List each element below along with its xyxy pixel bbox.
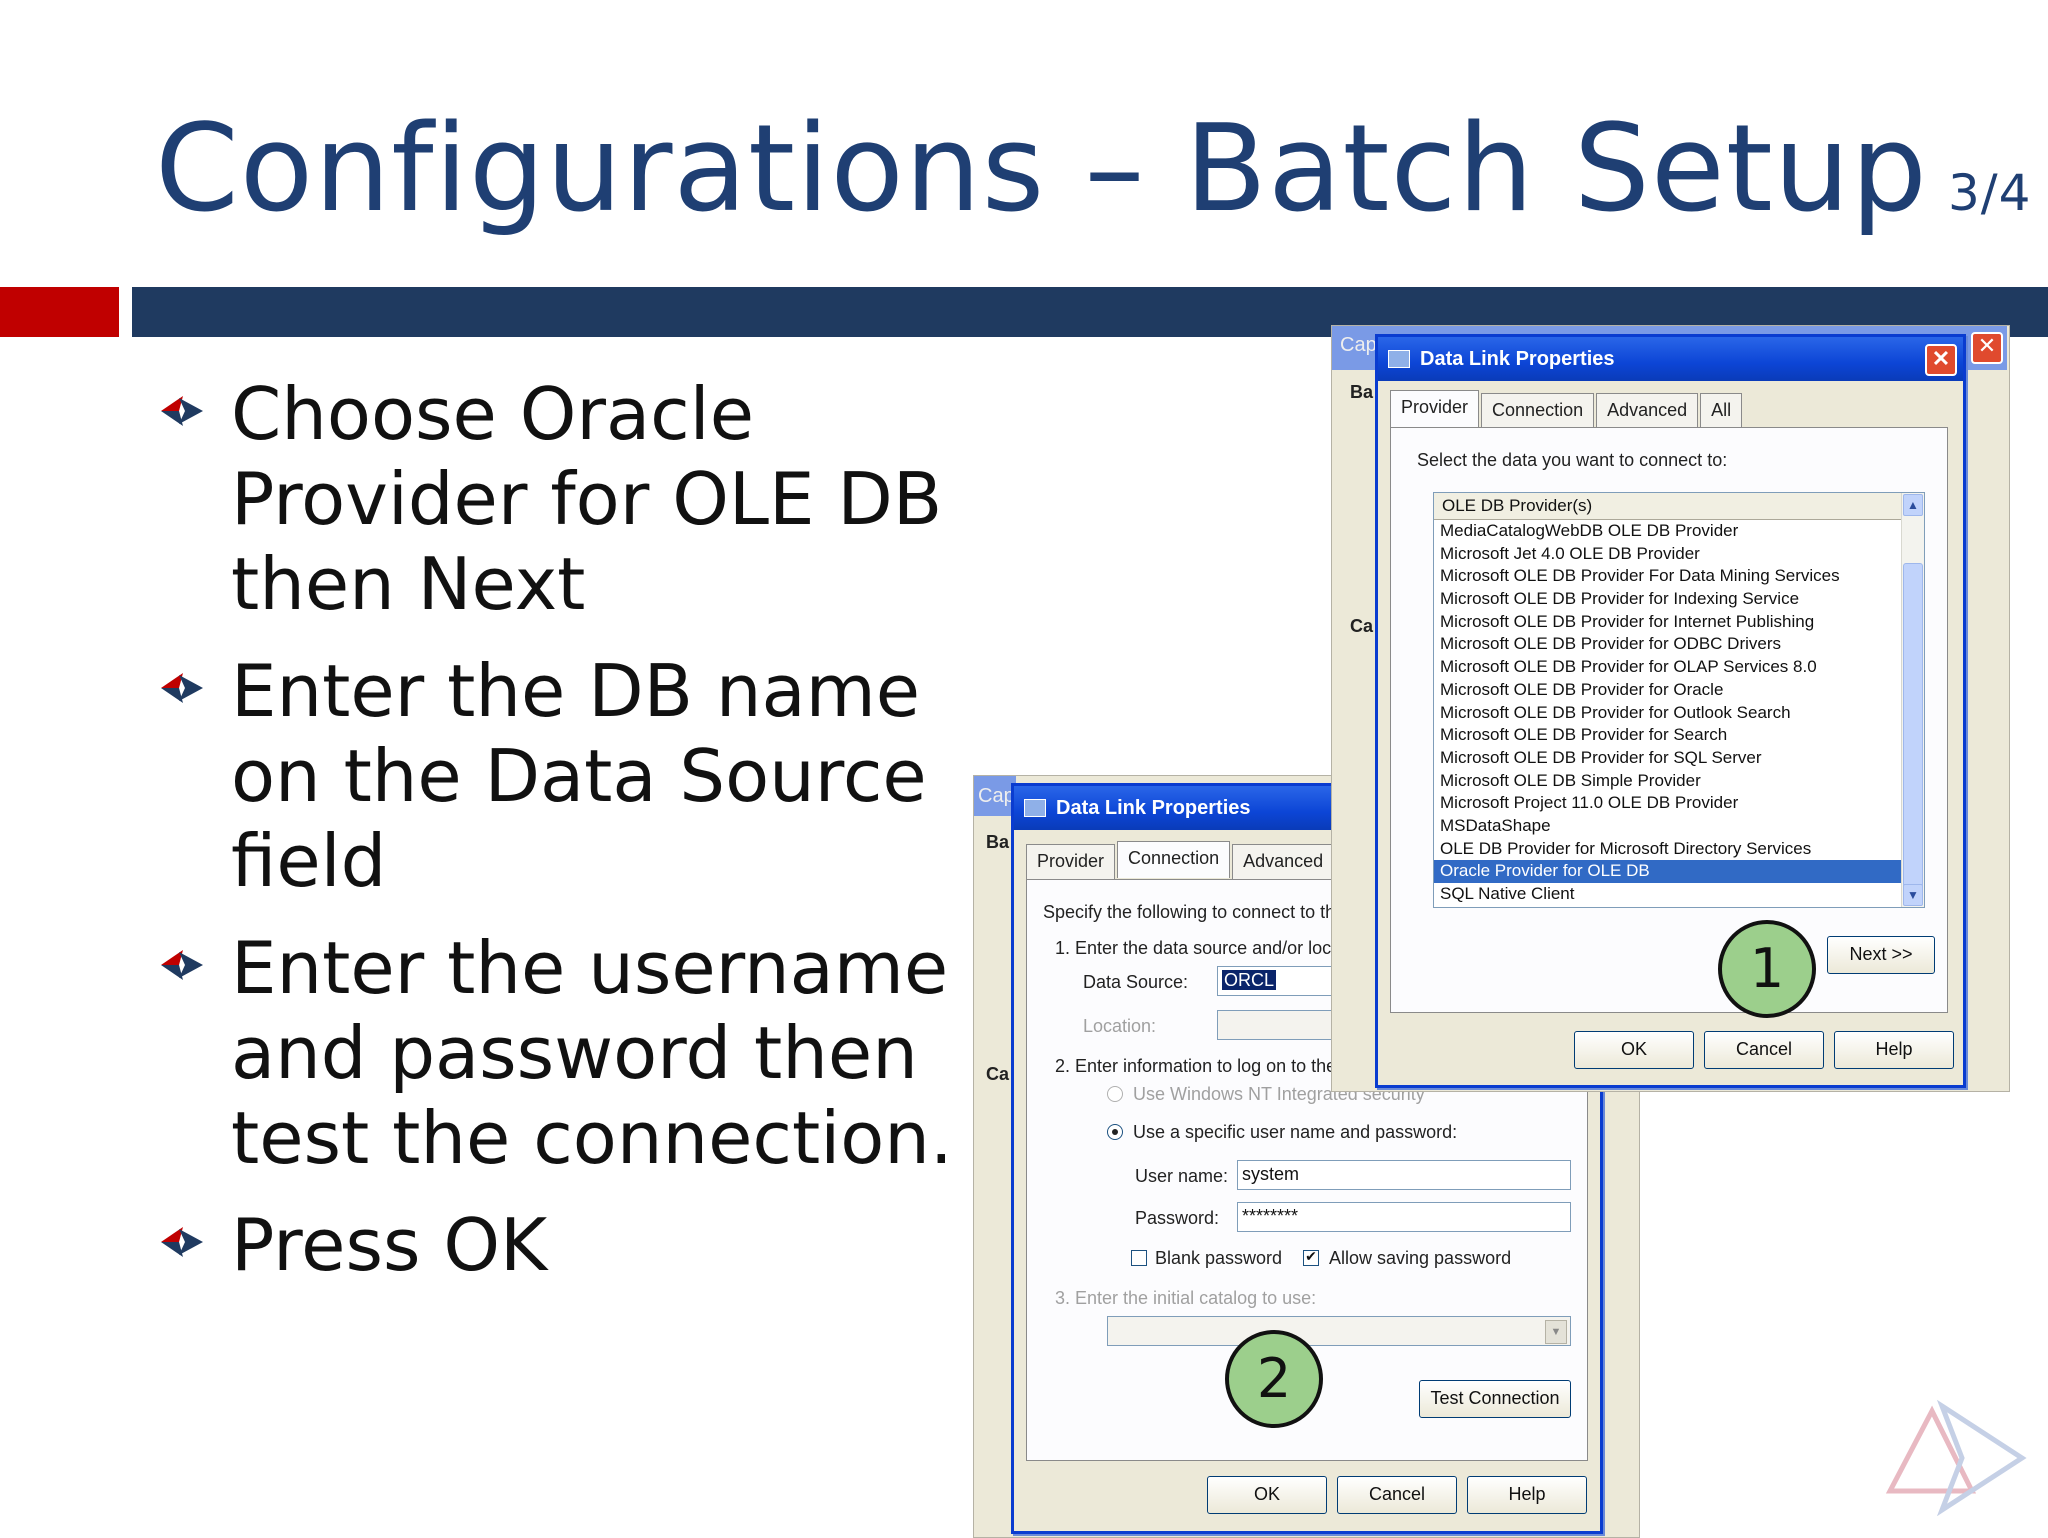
radio-nt-security[interactable]	[1107, 1086, 1123, 1102]
provider-list-item[interactable]: Microsoft OLE DB Provider for Oracle	[1434, 679, 1924, 702]
bullet-item: Enter the username and password then tes…	[155, 926, 1015, 1181]
provider-instruction: Select the data you want to connect to:	[1417, 450, 1728, 470]
tab-connection[interactable]: Connection	[1481, 393, 1595, 430]
bullet-arrow-icon	[161, 1227, 203, 1257]
provider-list-item[interactable]: SQL Native Client	[1434, 883, 1924, 906]
ok-button[interactable]: OK	[1207, 1476, 1327, 1514]
slide-page-fraction: 3/4	[1947, 164, 2032, 222]
provider-panel: Select the data you want to connect to: …	[1390, 427, 1948, 1013]
password-field[interactable]: ********	[1237, 1202, 1571, 1232]
blank-password-checkbox[interactable]	[1131, 1250, 1147, 1266]
bullet-item: Press OK	[155, 1203, 1015, 1288]
provider-list[interactable]: OLE DB Provider(s) MediaCatalogWebDB OLE…	[1433, 492, 1925, 908]
bullet-item: Enter the DB name on the Data Source fie…	[155, 649, 1015, 904]
bg-window-title: Cap	[974, 776, 1016, 816]
provider-list-scrollbar[interactable]: ▲ ▼	[1901, 493, 1924, 907]
bg-window-title: Cap	[1340, 334, 1377, 356]
bg-close-icon[interactable]: ✕	[1971, 332, 2003, 364]
provider-list-item[interactable]: Microsoft OLE DB Provider for Search	[1434, 724, 1924, 747]
provider-list-item[interactable]: Microsoft OLE DB Provider for Indexing S…	[1434, 588, 1924, 611]
bullet-arrow-icon	[161, 396, 203, 426]
username-label: User name:	[1135, 1166, 1229, 1186]
bullet-list: Choose Oracle Provider for OLE DB then N…	[155, 372, 1015, 1310]
radio-specific-user-label: Use a specific user name and password:	[1133, 1122, 1458, 1142]
help-button[interactable]: Help	[1834, 1031, 1954, 1069]
provider-list-item[interactable]: Microsoft OLE DB Provider for SQL Server	[1434, 747, 1924, 770]
provider-list-item[interactable]: Microsoft OLE DB Provider for ODBC Drive…	[1434, 633, 1924, 656]
provider-list-item[interactable]: Microsoft OLE DB Provider for Outlook Se…	[1434, 702, 1924, 725]
close-icon[interactable]: ✕	[1925, 344, 1957, 376]
provider-list-item[interactable]: Microsoft Project 11.0 OLE DB Provider	[1434, 792, 1924, 815]
provider-list-item[interactable]: Microsoft OLE DB Provider For Data Minin…	[1434, 565, 1924, 588]
bg-window-label: Ba	[986, 832, 1010, 852]
provider-list-item[interactable]: Microsoft OLE DB Simple Provider	[1434, 770, 1924, 793]
allow-saving-checkbox[interactable]: ✔	[1303, 1250, 1319, 1266]
bg-window-label: Ba	[1350, 382, 1374, 402]
step-badge-2: 2	[1225, 1330, 1323, 1428]
provider-list-item[interactable]: MediaCatalogWebDB OLE DB Provider	[1434, 520, 1924, 543]
tab-provider[interactable]: Provider	[1026, 844, 1116, 881]
password-label: Password:	[1135, 1208, 1220, 1228]
data-link-icon	[1024, 799, 1046, 817]
provider-list-item[interactable]: Microsoft OLE DB Provider for Internet P…	[1434, 611, 1924, 634]
dialog-title: Data Link Properties	[1056, 796, 1251, 819]
tab-provider[interactable]: Provider	[1390, 390, 1480, 427]
provider-list-item[interactable]: MSDataShape	[1434, 815, 1924, 838]
step1-label: 1. Enter the data source and/or loc	[1055, 938, 1332, 958]
provider-items: MediaCatalogWebDB OLE DB Provider Microso…	[1434, 520, 1924, 906]
scroll-thumb[interactable]	[1903, 563, 1923, 895]
bg-window-label: Ca	[986, 1064, 1010, 1084]
bullet-text: Choose Oracle Provider for OLE DB then N…	[231, 372, 943, 626]
bullet-text: Enter the username and password then tes…	[231, 926, 953, 1180]
ok-button[interactable]: OK	[1574, 1031, 1694, 1069]
data-link-provider-dialog: Data Link Properties ✕ Provider Connectio…	[1375, 334, 1966, 1088]
connection-intro: Specify the following to connect to th	[1043, 902, 1336, 922]
provider-list-item[interactable]: OLE DB Provider for Microsoft Directory …	[1434, 838, 1924, 861]
next-button[interactable]: Next >>	[1827, 936, 1935, 974]
dialog-title-bar: Data Link Properties ✕	[1378, 337, 1963, 381]
accent-bar-red	[0, 287, 119, 337]
test-connection-button[interactable]: Test Connection	[1419, 1380, 1571, 1418]
bullet-text: Enter the DB name on the Data Source fie…	[231, 649, 927, 903]
tab-advanced[interactable]: Advanced	[1232, 844, 1335, 881]
username-field[interactable]: system	[1237, 1160, 1571, 1190]
step-badge-1: 1	[1718, 920, 1816, 1018]
bullet-text: Press OK	[231, 1203, 548, 1287]
radio-specific-user[interactable]	[1107, 1124, 1123, 1140]
data-link-icon	[1388, 350, 1410, 368]
tab-advanced[interactable]: Advanced	[1596, 393, 1699, 430]
provider-list-item[interactable]: Oracle Provider for OLE DB	[1434, 860, 1918, 883]
provider-list-item[interactable]: Microsoft Jet 4.0 OLE DB Provider	[1434, 543, 1924, 566]
chevron-down-icon: ▼	[1545, 1320, 1567, 1344]
dialog-title: Data Link Properties	[1420, 347, 1615, 370]
slide-title: Configurations – Batch Setup 3/4	[155, 100, 2031, 239]
tab-connection[interactable]: Connection	[1117, 841, 1231, 878]
step2-label: 2. Enter information to log on to the	[1055, 1056, 1337, 1076]
data-source-label: Data Source:	[1083, 972, 1189, 992]
corner-logo-icon	[1885, 1399, 2027, 1516]
step3-label: 3. Enter the initial catalog to use:	[1055, 1288, 1317, 1308]
slide-title-text: Configurations – Batch Setup	[155, 100, 1928, 239]
initial-catalog-select[interactable]: ▼	[1107, 1316, 1571, 1346]
bullet-arrow-icon	[161, 673, 203, 703]
provider-list-item[interactable]: Microsoft OLE DB Provider for OLAP Servi…	[1434, 656, 1924, 679]
scroll-up-icon[interactable]: ▲	[1903, 494, 1923, 516]
location-label: Location:	[1083, 1016, 1157, 1036]
scroll-down-icon[interactable]: ▼	[1903, 884, 1923, 906]
allow-saving-label: Allow saving password	[1329, 1248, 1512, 1268]
cancel-button[interactable]: Cancel	[1704, 1031, 1824, 1069]
cancel-button[interactable]: Cancel	[1337, 1476, 1457, 1514]
blank-password-label: Blank password	[1155, 1248, 1283, 1268]
provider-list-header: OLE DB Provider(s)	[1434, 493, 1924, 520]
bullet-arrow-icon	[161, 950, 203, 980]
help-button[interactable]: Help	[1467, 1476, 1587, 1514]
data-source-value: ORCL	[1222, 970, 1277, 990]
bg-window-label: Ca	[1350, 616, 1374, 636]
bullet-item: Choose Oracle Provider for OLE DB then N…	[155, 372, 1015, 627]
tab-all[interactable]: All	[1700, 393, 1743, 430]
